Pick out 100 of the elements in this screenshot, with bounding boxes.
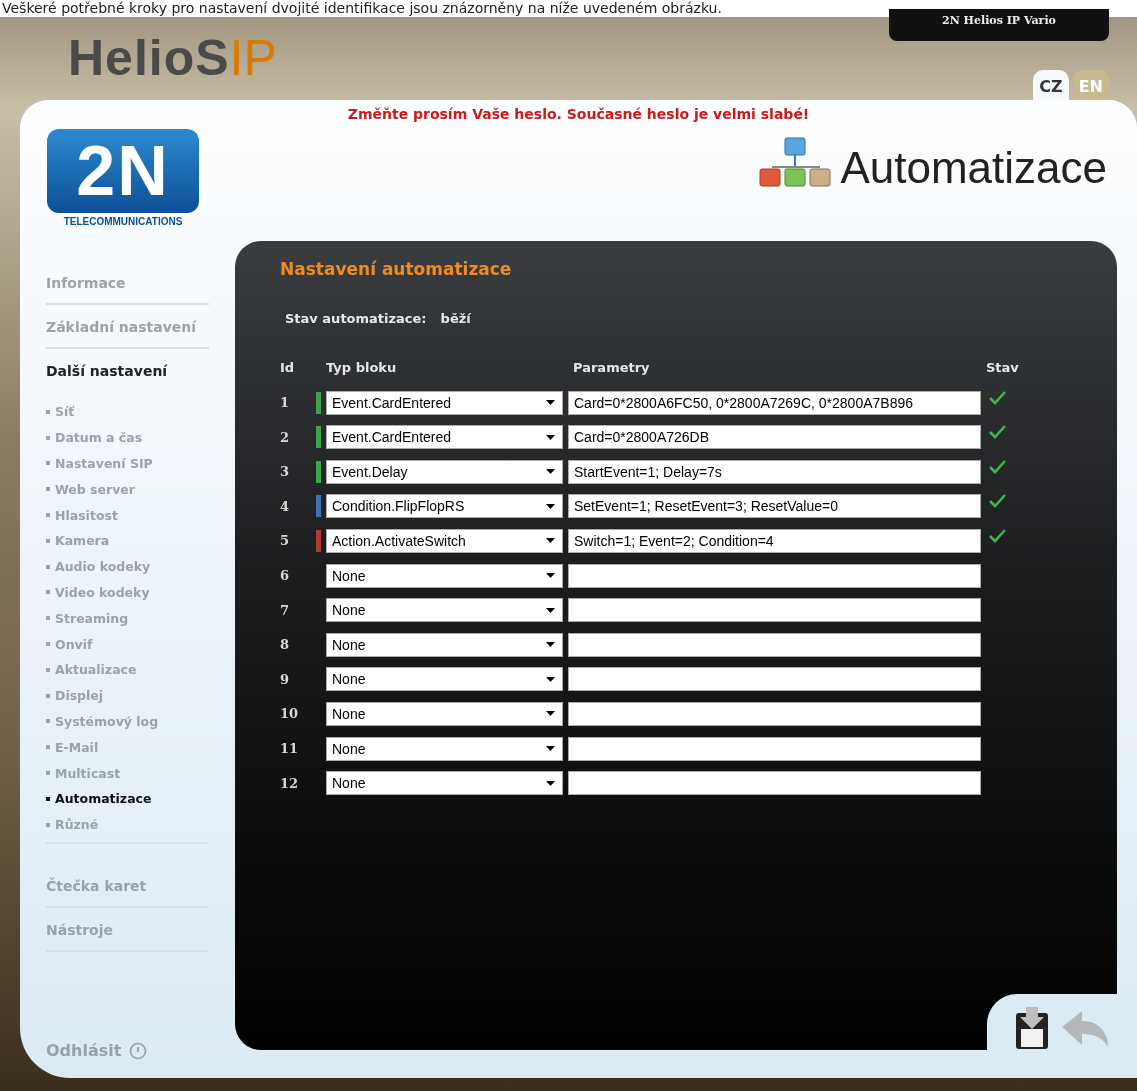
parameters-field[interactable]: Card=0*2800A726DB [568,425,981,450]
row-id: 7 [280,602,291,618]
language-tab[interactable]: EN [1072,70,1109,100]
block-type-select[interactable]: Event.CardEntered [326,425,563,450]
column-header: Parametry [572,360,651,377]
bullet-icon [46,513,50,518]
caret-icon[interactable] [546,573,555,579]
parameters-field[interactable] [568,736,981,761]
sidebar-subitem[interactable]: Síť [46,399,209,425]
block-type-select[interactable]: None [326,667,563,692]
bullet-icon [46,822,50,827]
caret-icon[interactable] [546,469,555,475]
status-label: Stav automatizace: [285,311,427,326]
parameters-field[interactable]: Card=0*2800A6FC50, 0*2800A7269C, 0*2800A7B896 [568,390,981,415]
sidebar-item[interactable]: Nástroje [46,907,209,952]
row-id: 8 [280,637,291,653]
panel-title: Nastavení automatizace [280,259,513,279]
parameters-field[interactable] [568,771,981,796]
sidebar-item[interactable]: Základní nastavení [46,305,209,349]
sidebar-subitem[interactable]: Multicast [46,760,209,786]
column-header: Typ bloku [325,360,398,377]
bullet-icon [46,461,50,466]
sidebar-subitem[interactable]: Streaming [46,605,209,632]
block-type-select[interactable]: None [326,563,563,588]
sidebar-item[interactable]: Další nastavení [46,349,209,391]
sidebar-subitem[interactable]: Video kodeky [46,579,209,606]
bullet-icon [46,409,50,414]
caret-icon[interactable] [546,780,555,786]
bullet-icon [46,564,50,569]
sidebar-subitem[interactable]: Datum a čas [46,424,209,451]
parameters-field[interactable] [568,563,981,588]
parameters-field[interactable] [568,598,981,623]
parameters-field[interactable] [568,701,981,726]
column-header: Id [280,360,296,377]
bullet-icon [46,771,50,776]
parameters-field[interactable]: SetEvent=1; ResetEvent=3; ResetValue=0 [568,494,981,519]
parameters-field[interactable] [568,667,981,692]
brand-tagline: TELECOMMUNICATIONS [63,216,183,227]
block-type-select[interactable]: None [326,701,563,726]
block-type-select[interactable]: None [326,771,563,796]
logo-text: HelioS [68,30,230,86]
column-header: Stav [985,360,1020,377]
row-id: 3 [280,464,291,480]
sidebar-subitem[interactable]: Různé [46,811,209,838]
caret-icon[interactable] [546,434,555,440]
block-type-select[interactable]: None [326,598,563,623]
block-type-select[interactable]: Event.CardEntered [326,390,563,415]
caret-icon[interactable] [546,676,555,682]
caret-icon[interactable] [546,711,555,717]
brand-logo: 2N [47,129,199,213]
caret-icon[interactable] [546,538,555,544]
bullet-icon [46,796,50,801]
caret-icon[interactable] [546,503,555,509]
sidebar-subitem[interactable]: Aktualizace [46,656,209,683]
bullet-icon [46,667,50,672]
bullet-icon [46,719,50,724]
row-id: 4 [280,498,291,514]
logout-link[interactable]: Odhlásit [46,1041,122,1060]
row-id: 6 [280,568,291,584]
block-type-select[interactable]: Action.ActivateSwitch [326,528,563,553]
block-type-select[interactable]: None [326,736,563,761]
parameters-field[interactable]: StartEvent=1; Delay=7s [568,459,981,484]
sidebar-subitem[interactable]: Systémový log [46,708,209,735]
sidebar-subitem[interactable]: Automatizace [46,785,209,812]
bullet-icon [46,745,50,750]
sidebar-subitem[interactable]: Nastavení SIP [46,450,209,477]
caret-icon[interactable] [546,607,555,613]
row-id: 2 [280,429,291,445]
sidebar-subitem[interactable]: Audio kodeky [46,553,209,580]
block-type-select[interactable]: Event.Delay [326,459,563,484]
bullet-icon [46,642,50,647]
sidebar-item[interactable]: Informace [46,261,209,305]
caret-icon[interactable] [546,400,555,406]
bullet-icon [46,487,50,492]
save-icon[interactable] [1014,1007,1050,1051]
sidebar-item[interactable]: Čtečka karet [46,863,209,908]
caret-icon[interactable] [546,746,555,752]
block-type-select[interactable]: Condition.FlipFlopRS [326,494,563,519]
parameters-field[interactable]: Switch=1; Event=2; Condition=4 [568,528,981,553]
parameters-field[interactable] [568,632,981,657]
row-id: 9 [280,671,291,687]
password-warning: Změňte prosím Vaše heslo. Současné heslo je velmi slabé! [346,105,811,122]
sidebar-subitem[interactable]: Displej [46,682,209,709]
bullet-icon [46,616,50,621]
page-title: Automatizace [840,143,1107,193]
sidebar-subitem[interactable]: Web server [46,476,209,503]
bullet-icon [46,538,50,543]
caret-icon[interactable] [546,642,555,648]
sidebar-subitem[interactable]: Hlasitost [46,502,209,528]
sidebar-subitem[interactable]: Onvif [46,631,209,657]
bullet-icon [46,693,50,698]
logo-suffix: IP [229,30,277,86]
block-type-select[interactable]: None [326,632,563,657]
bullet-icon [46,435,50,440]
row-id: 12 [280,775,300,791]
row-id: 11 [280,741,300,757]
row-id: 1 [280,395,291,411]
language-tab[interactable]: CZ [1033,70,1069,100]
sidebar-subitem[interactable]: Kamera [46,528,209,554]
sidebar-subitem[interactable]: E-Mail [46,734,209,761]
